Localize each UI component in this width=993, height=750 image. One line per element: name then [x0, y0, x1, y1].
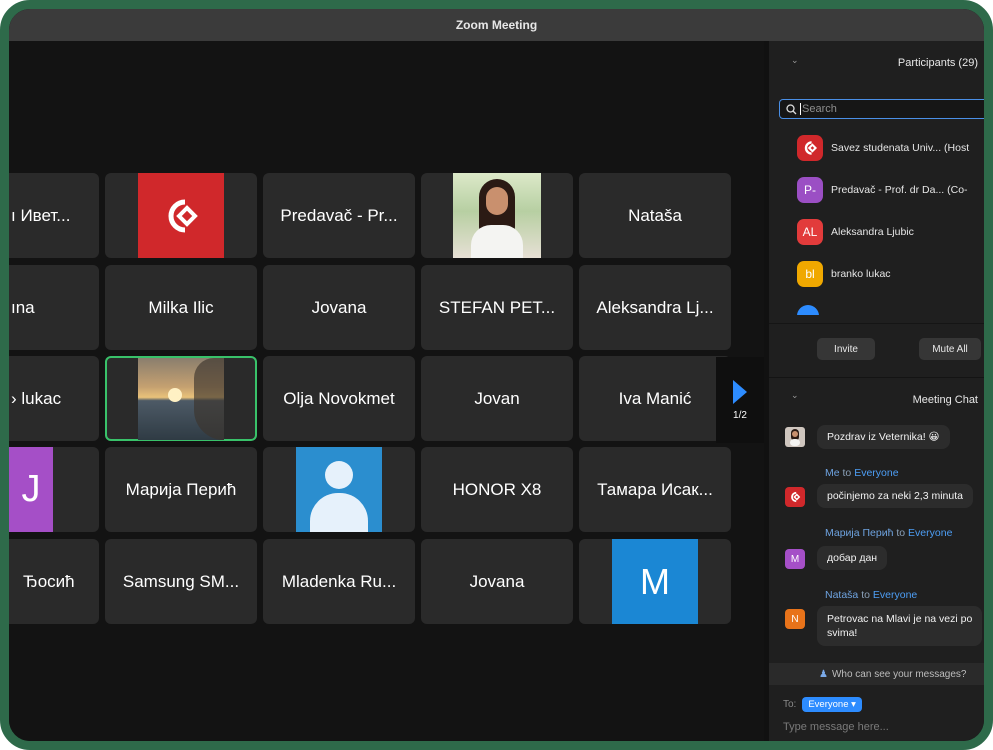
video-tile[interactable]: HONOR X8: [421, 447, 573, 532]
zoom-window: Zoom Meeting ı Ивет... Predavač - Pr... …: [0, 0, 993, 750]
video-tile[interactable]: Milka Ilic: [105, 265, 257, 350]
chat-message: počinjemo za neki 2,3 minuta: [817, 484, 973, 508]
participant-item[interactable]: Savez studenata Univ... (Host: [769, 127, 984, 169]
host-logo-icon: [797, 135, 823, 161]
chevron-right-icon: [733, 379, 747, 404]
search-placeholder: Search: [802, 103, 837, 115]
avatar-initial: J: [9, 447, 53, 532]
invite-button[interactable]: Invite: [817, 338, 875, 360]
chat-message: добар дан: [817, 546, 888, 570]
video-tile[interactable]: [263, 447, 415, 532]
participant-list: Savez studenata Univ... (Host P- Predava…: [769, 127, 984, 315]
avatar: N: [785, 609, 805, 629]
video-gallery: ı Ивет... Predavač - Pr... Nataša ına Mi…: [9, 41, 764, 741]
recipient-dropdown[interactable]: Everyone ▾: [802, 697, 862, 712]
side-panel: ⌄ Participants (29) Search Savez studena…: [769, 41, 984, 741]
chat-message-input[interactable]: Type message here...: [783, 721, 889, 733]
chat-message-meta: Nataša to Everyone: [825, 589, 918, 601]
video-tile[interactable]: Mladenka Ru...: [263, 539, 415, 624]
recipient-selector: To: Everyone ▾: [783, 697, 862, 712]
video-tile-active-speaker[interactable]: [105, 356, 257, 441]
participant-actions: Invite Mute All: [769, 323, 984, 374]
chat-title: Meeting Chat: [912, 394, 978, 406]
video-tile[interactable]: [421, 173, 573, 258]
default-person-icon: [296, 447, 382, 532]
video-tile[interactable]: Nataša: [579, 173, 731, 258]
page-indicator: 1/2: [733, 409, 747, 421]
video-tile[interactable]: Samsung SM...: [105, 539, 257, 624]
avatar: M: [785, 549, 805, 569]
video-tile[interactable]: › lukac: [9, 356, 99, 441]
avatar: P-: [797, 177, 823, 203]
chat-message-meta: Марија Перић to Everyone: [825, 527, 953, 539]
video-tile[interactable]: Jovan: [421, 356, 573, 441]
next-page-button[interactable]: 1/2: [716, 357, 764, 443]
participants-header: ⌄ Participants (29): [769, 41, 984, 83]
participant-photo: [453, 173, 541, 258]
video-tile[interactable]: M: [579, 539, 731, 624]
chat-header: ⌄ Meeting Chat: [769, 377, 984, 418]
mute-all-button[interactable]: Mute All: [919, 338, 981, 360]
message-visibility-notice[interactable]: ♟ Who can see your messages?: [769, 663, 984, 685]
avatar: bl: [797, 261, 823, 287]
video-tile[interactable]: Aleksandra Lj...: [579, 265, 731, 350]
host-logo-icon: [785, 487, 805, 507]
avatar: [785, 427, 805, 447]
avatar: [797, 305, 819, 315]
search-icon: [786, 103, 797, 114]
video-tile[interactable]: ı Ивет...: [9, 173, 99, 258]
avatar-initial: M: [612, 539, 698, 624]
university-logo-icon: [138, 173, 224, 258]
participant-item[interactable]: P- Predavač - Prof. dr Da... (Co-: [769, 169, 984, 211]
sender-name: Марија Перић: [825, 527, 894, 539]
participant-search-input[interactable]: Search: [779, 99, 984, 119]
sender-name: Nataša: [825, 589, 859, 601]
video-tile[interactable]: Марија Перић: [105, 447, 257, 532]
video-tile[interactable]: Ђосић: [9, 539, 99, 624]
video-tile[interactable]: STEFAN PET...: [421, 265, 573, 350]
video-tile[interactable]: Olja Novokmet: [263, 356, 415, 441]
text-cursor: [800, 103, 801, 115]
video-tile[interactable]: [105, 173, 257, 258]
video-tile[interactable]: Jovana: [263, 265, 415, 350]
participant-name: branko lukac: [831, 268, 891, 280]
video-tile[interactable]: Predavač - Pr...: [263, 173, 415, 258]
participant-name: Savez studenata Univ... (Host: [831, 142, 970, 154]
chat-message: Petrovac na Mlavi je na vezi po svima!: [817, 606, 983, 646]
avatar: AL: [797, 219, 823, 245]
video-tile[interactable]: Jovana: [421, 539, 573, 624]
chevron-down-icon[interactable]: ⌄: [791, 55, 799, 66]
participant-item[interactable]: AL Aleksandra Ljubic: [769, 211, 984, 253]
participant-photo: [138, 357, 224, 440]
people-icon: ♟: [819, 668, 828, 680]
video-tile[interactable]: J: [9, 447, 99, 532]
participant-name: Predavač - Prof. dr Da... (Co-: [831, 184, 968, 196]
sender-name: Me: [825, 467, 840, 479]
chevron-down-icon[interactable]: ⌄: [791, 390, 799, 401]
video-tile[interactable]: ına: [9, 265, 99, 350]
window-title: Zoom Meeting: [9, 9, 984, 41]
participants-title: Participants (29): [897, 57, 978, 69]
chat-message: Pozdrav iz Veternika! 😀: [817, 425, 950, 449]
participant-item[interactable]: bl branko lukac: [769, 253, 984, 295]
video-tile[interactable]: Тамара Исак...: [579, 447, 731, 532]
chat-message-meta: Me to Everyone: [825, 467, 899, 479]
participant-name: Aleksandra Ljubic: [831, 226, 914, 238]
video-tile[interactable]: Iva Manić: [579, 356, 731, 441]
participant-item-partial[interactable]: [769, 295, 984, 315]
